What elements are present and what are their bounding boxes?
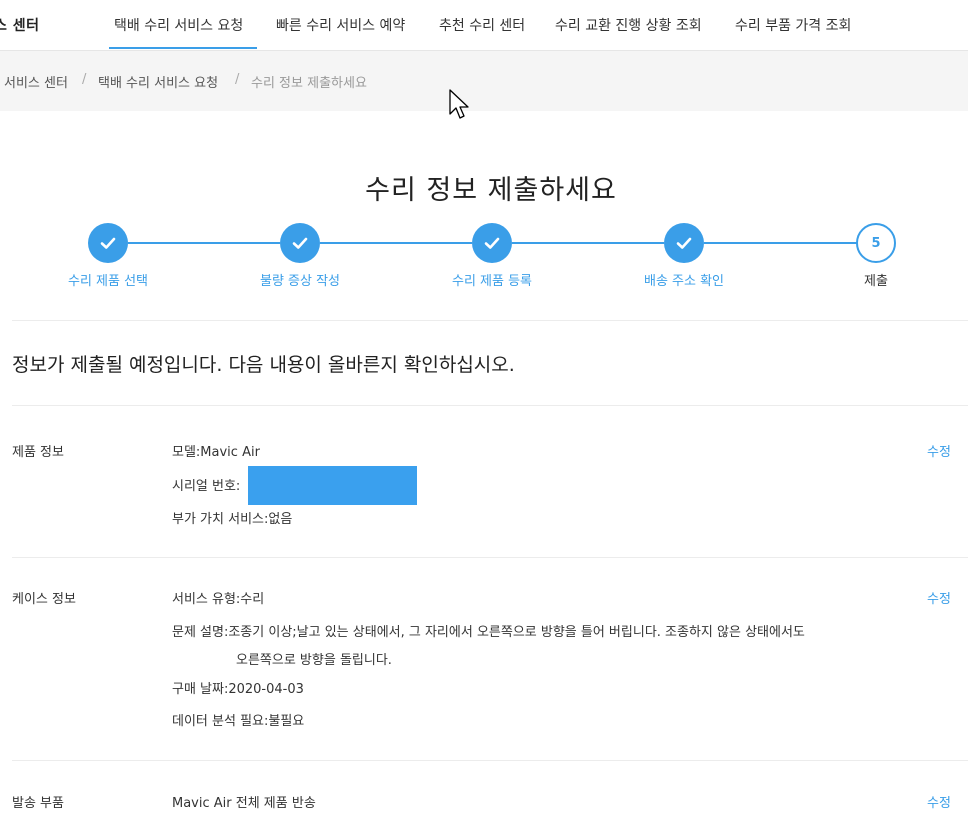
active-tab-indicator bbox=[109, 47, 257, 49]
step-connector bbox=[512, 242, 664, 244]
divider bbox=[12, 320, 968, 321]
section-label-shipping: 발송 부품 bbox=[12, 796, 64, 811]
field-model: 모델:Mavic Air bbox=[172, 445, 260, 460]
section-label-case: 케이스 정보 bbox=[12, 592, 76, 607]
checkmark-icon bbox=[100, 237, 116, 249]
step-label: 수리 제품 등록 bbox=[451, 274, 533, 289]
step-5-current: 5 bbox=[856, 223, 896, 263]
divider bbox=[12, 760, 968, 761]
step-4-done bbox=[664, 223, 704, 263]
step-label: 수리 제품 선택 bbox=[67, 274, 149, 289]
breadcrumb-separator: / bbox=[82, 72, 87, 87]
edit-shipping-link[interactable]: 수정 bbox=[927, 792, 951, 811]
breadcrumb: 서비스 센터 / 택배 수리 서비스 요청 / 수리 정보 제출하세요 bbox=[0, 51, 968, 111]
nav-item-part-prices[interactable]: 수리 부품 가격 조회 bbox=[735, 15, 851, 35]
breadcrumb-delivery-repair[interactable]: 택배 수리 서비스 요청 bbox=[98, 72, 218, 91]
checkmark-icon bbox=[676, 237, 692, 249]
field-shipping-parts: Mavic Air 전체 제품 반송 bbox=[172, 796, 316, 811]
checkmark-icon bbox=[484, 237, 500, 249]
field-data-analysis: 데이터 분석 필요:불필요 bbox=[172, 714, 305, 729]
field-problem-description: 문제 설명:조종기 이상;날고 있는 상태에서, 그 자리에서 오른쪽으로 방향… bbox=[172, 625, 805, 640]
step-label: 불량 증상 작성 bbox=[259, 274, 341, 289]
breadcrumb-current: 수리 정보 제출하세요 bbox=[251, 76, 367, 91]
breadcrumb-service-center[interactable]: 서비스 센터 bbox=[4, 72, 68, 91]
nav-item-repair-status[interactable]: 수리 교환 진행 상황 조회 bbox=[555, 15, 702, 35]
step-2-done bbox=[280, 223, 320, 263]
brand-title[interactable]: 스 센터 bbox=[0, 15, 40, 35]
checkmark-icon bbox=[292, 237, 308, 249]
nav-item-delivery-repair[interactable]: 택배 수리 서비스 요청 bbox=[114, 15, 243, 35]
step-label: 배송 주소 확인 bbox=[643, 274, 725, 289]
field-value-added-service: 부가 가치 서비스:없음 bbox=[172, 512, 293, 527]
step-connector bbox=[128, 242, 280, 244]
step-connector bbox=[704, 242, 858, 244]
edit-product-link[interactable]: 수정 bbox=[927, 441, 951, 460]
mouse-pointer-icon bbox=[449, 89, 469, 119]
step-label: 제출 bbox=[864, 274, 888, 289]
redaction-box bbox=[248, 466, 417, 505]
nav-item-recommended-center[interactable]: 추천 수리 센터 bbox=[439, 15, 525, 35]
section-label-product: 제품 정보 bbox=[12, 445, 64, 460]
field-serial: 시리얼 번호: bbox=[172, 479, 241, 494]
page-title: 수리 정보 제출하세요 bbox=[365, 175, 617, 206]
field-service-type: 서비스 유형:수리 bbox=[172, 592, 265, 607]
divider bbox=[12, 405, 968, 406]
nav-item-quick-repair[interactable]: 빠른 수리 서비스 예약 bbox=[276, 15, 405, 35]
edit-case-link[interactable]: 수정 bbox=[927, 588, 951, 607]
step-3-done bbox=[472, 223, 512, 263]
breadcrumb-separator: / bbox=[235, 72, 240, 87]
field-problem-description-cont: 오른쪽으로 방향을 돌립니다. bbox=[236, 653, 392, 668]
confirmation-intro: 정보가 제출될 예정입니다. 다음 내용이 올바른지 확인하십시오. bbox=[12, 354, 515, 376]
step-1-done bbox=[88, 223, 128, 263]
field-purchase-date: 구매 날짜:2020-04-03 bbox=[172, 682, 304, 697]
step-connector bbox=[320, 242, 472, 244]
divider bbox=[12, 557, 968, 558]
top-nav: 스 센터 택배 수리 서비스 요청 빠른 수리 서비스 예약 추천 수리 센터 … bbox=[0, 0, 968, 51]
